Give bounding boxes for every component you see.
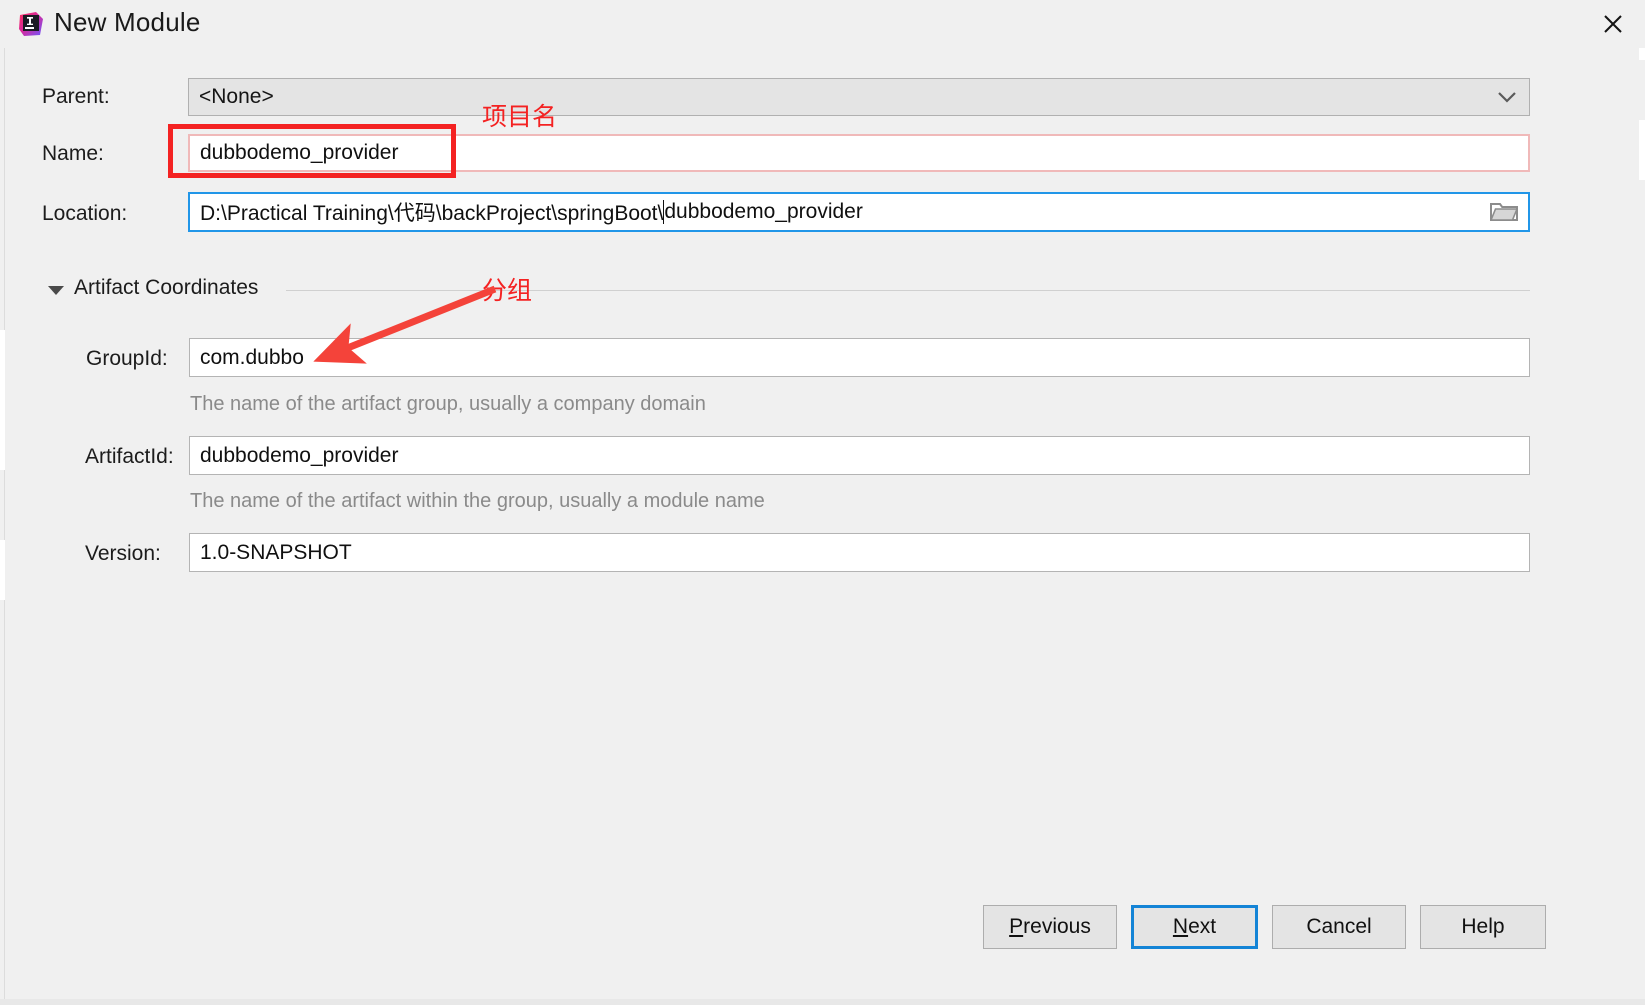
name-input[interactable]: dubbodemo_provider	[188, 134, 1530, 172]
folder-icon[interactable]	[1489, 200, 1519, 224]
parent-combo[interactable]: <None>	[188, 78, 1530, 116]
window-bottom-strip	[0, 999, 1645, 1005]
previous-button-label: Previous	[1009, 915, 1091, 938]
next-mnemonic: N	[1172, 915, 1189, 938]
groupid-input[interactable]: com.dubbo	[189, 338, 1530, 377]
artifact-coordinates-title: Artifact Coordinates	[74, 276, 259, 299]
triangle-down-icon[interactable]	[48, 286, 64, 295]
previous-button[interactable]: Previous	[983, 905, 1117, 949]
location-value-after-caret: dubbodemo_provider	[664, 200, 863, 223]
artifactid-hint: The name of the artifact within the grou…	[190, 490, 765, 512]
version-input[interactable]: 1.0-SNAPSHOT	[189, 533, 1530, 572]
artifactid-value: dubbodemo_provider	[200, 443, 399, 467]
parent-value: <None>	[199, 85, 274, 108]
location-input[interactable]: D:\Practical Training\代码\backProject\spr…	[188, 192, 1530, 232]
help-button[interactable]: Help	[1420, 905, 1546, 949]
new-module-dialog: New Module Parent: <None> Name: dubbodem…	[0, 0, 1645, 1005]
title-bar: New Module	[0, 0, 1645, 48]
intellij-idea-logo-icon	[18, 11, 44, 37]
name-value: dubbodemo_provider	[200, 141, 399, 164]
previous-mnemonic: P	[1009, 915, 1024, 938]
groupid-hint: The name of the artifact group, usually …	[190, 393, 706, 415]
window-title: New Module	[54, 7, 201, 37]
groupid-value: com.dubbo	[200, 345, 304, 369]
location-label: Location:	[42, 202, 128, 225]
artifactid-input[interactable]: dubbodemo_provider	[189, 436, 1530, 475]
name-label: Name:	[42, 142, 104, 165]
window-edge-left	[0, 0, 5, 1005]
version-value: 1.0-SNAPSHOT	[200, 540, 352, 564]
chevron-down-icon	[1497, 85, 1517, 109]
help-button-label: Help	[1461, 915, 1505, 938]
groupid-label: GroupId:	[86, 347, 168, 370]
cancel-button-label: Cancel	[1306, 915, 1372, 938]
artifactid-label: ArtifactId:	[85, 445, 174, 468]
parent-label: Parent:	[42, 85, 110, 108]
cancel-button[interactable]: Cancel	[1272, 905, 1406, 949]
next-button[interactable]: Next	[1131, 905, 1258, 949]
artifact-coordinates-section-header[interactable]: Artifact Coordinates	[48, 276, 1528, 306]
window-edge-right	[1639, 0, 1645, 1005]
close-icon[interactable]	[1595, 6, 1631, 42]
location-value-before-caret: D:\Practical Training\代码\backProject\spr…	[200, 202, 664, 225]
section-divider	[286, 290, 1530, 291]
next-button-label: Next	[1172, 915, 1217, 938]
version-label: Version:	[85, 542, 161, 565]
